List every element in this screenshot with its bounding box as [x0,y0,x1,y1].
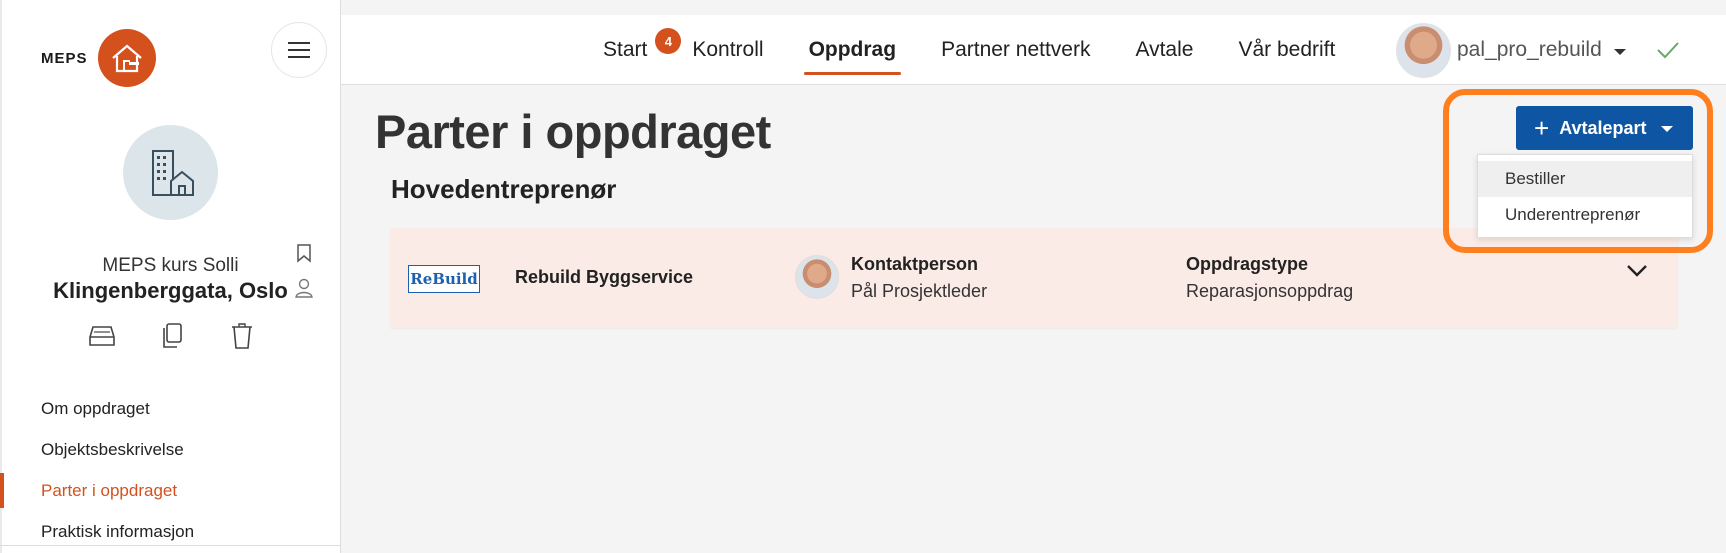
notification-badge: 4 [655,28,682,54]
add-party-dropdown: Bestiller Underentreprenør [1477,154,1693,238]
tab-var-bedrift[interactable]: Vår bedrift [1238,38,1335,62]
hamburger-icon [288,42,310,58]
top-nav: Start 4 Kontroll Oppdrag Partner nettver… [341,15,1726,85]
chevron-down-icon [1613,48,1626,55]
avatar [1396,22,1451,78]
trash-icon[interactable] [228,322,256,350]
sidebar-item-parter-i-oppdraget[interactable]: Parter i oppdraget [0,470,340,511]
company-name: Rebuild Byggservice [515,267,694,287]
building-icon [151,149,194,196]
chevron-down-icon [1660,126,1673,132]
section-title: Hovedentreprenør [391,174,617,204]
tab-avtale[interactable]: Avtale [1135,38,1193,62]
tab-partner-nettverk[interactable]: Partner nettverk [941,38,1090,62]
contact-value: Pål Prosjektleder [851,281,988,301]
logo-text: MEPS [41,49,88,67]
top-nav-items: Start 4 Kontroll Oppdrag Partner nettver… [603,15,1380,85]
username: pal_pro_rebuild [1457,38,1602,61]
copy-icon[interactable] [158,322,186,350]
type-value: Reparasjonsoppdrag [1186,281,1354,301]
dropdown-item-bestiller[interactable]: Bestiller [1478,161,1692,197]
sidebar: MEPS MEPS kurs Solli Klingenberggata, Os… [0,0,341,553]
sidebar-nav: Om oppdraget Objektsbeskrivelse Parter i… [0,388,340,552]
tab-start[interactable]: Start 4 [603,28,682,62]
add-party-label: Avtalepart [1559,117,1647,138]
company-logo: ReBuild [408,265,480,293]
user-menu[interactable]: pal_pro_rebuild [1396,15,1680,85]
plus-icon: + [1534,113,1550,143]
project-address: Klingenberggata, Oslo [53,278,288,303]
contact-label: Kontaktperson [851,254,979,274]
divider [0,545,340,546]
bookmark-icon[interactable] [297,244,311,268]
tab-oppdrag[interactable]: Oppdrag [803,38,901,75]
dropdown-item-underentreprenor[interactable]: Underentreprenør [1478,197,1692,233]
sidebar-item-objektsbeskrivelse[interactable]: Objektsbeskrivelse [0,429,340,470]
project-avatar [123,125,218,220]
add-party-button[interactable]: + Avtalepart [1516,106,1693,150]
meps-logo[interactable]: MEPS [41,29,156,87]
project-name: MEPS kurs Solli [102,255,239,276]
checkmark-icon[interactable] [1656,41,1680,59]
party-card[interactable]: ReBuild Rebuild Byggservice Kontaktperso… [390,228,1678,328]
chevron-down-icon[interactable] [1626,264,1648,283]
tab-kontroll[interactable]: Kontroll [692,38,763,62]
tab-start-label: Start [603,38,648,61]
type-label: Oppdragstype [1186,254,1309,274]
house-logo-icon [97,29,156,87]
person-icon[interactable] [295,278,313,303]
archive-icon[interactable] [88,322,116,350]
page-title: Parter i oppdraget [375,105,771,158]
sidebar-item-om-oppdraget[interactable]: Om oppdraget [0,388,340,429]
contact-avatar [795,255,839,299]
app: MEPS MEPS kurs Solli Klingenberggata, Os… [0,0,1726,553]
project-actions [88,322,256,350]
hamburger-menu-button[interactable] [271,22,327,78]
